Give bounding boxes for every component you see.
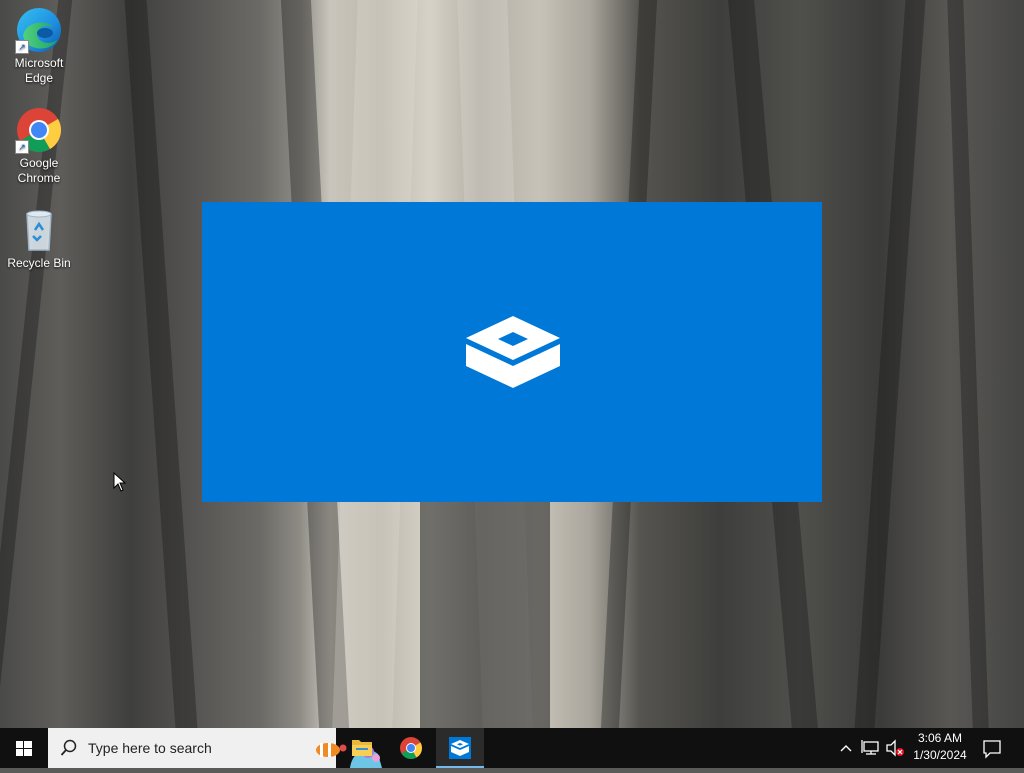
desktop[interactable]: ↗ Microsoft Edge ↗ Google Chrome Recycle… [0,0,1024,728]
action-center-button[interactable] [976,728,1024,768]
search-icon [60,739,78,757]
chrome-icon [400,737,422,759]
edge-icon: ↗ [15,6,63,54]
start-button[interactable] [0,728,48,768]
desktop-icon-label: Google Chrome [17,156,61,185]
taskbar: Type here to search 3:06 AM 1/30/2024 [0,728,1024,768]
sandbox-box-icon [449,737,471,759]
folder-icon [352,740,372,756]
shortcut-arrow-icon: ↗ [15,40,29,54]
chevron-up-icon [840,745,852,752]
clock-time: 3:06 AM [917,731,963,745]
chrome-icon: ↗ [15,106,63,154]
sandbox-splash-window[interactable] [202,202,822,502]
network-icon [861,740,879,755]
taskbar-clock[interactable]: 3:06 AM 1/30/2024 [908,730,972,766]
show-hidden-icons-button[interactable] [836,728,856,768]
volume-button[interactable] [884,728,906,768]
desktop-icon-recycle-bin[interactable]: Recycle Bin [4,206,74,271]
taskbar-app-sandbox[interactable] [436,728,484,768]
taskbar-app-chrome[interactable] [387,728,435,768]
desktop-icon-label: Microsoft Edge [14,56,64,85]
recycle-bin-icon [15,206,63,254]
wallpaper-detail [124,0,198,728]
volume-muted-icon [886,739,904,757]
mouse-cursor-icon [113,471,127,492]
desktop-icon-edge[interactable]: ↗ Microsoft Edge [4,6,74,86]
search-placeholder: Type here to search [88,740,212,756]
wallpaper-detail [854,0,926,728]
network-button[interactable] [860,728,882,768]
clock-date: 1/30/2024 [913,748,967,762]
shortcut-arrow-icon: ↗ [15,140,29,154]
wallpaper-detail [947,0,989,728]
windows-logo-icon [16,741,32,756]
taskbar-app-file-explorer[interactable] [338,728,386,768]
sandbox-box-icon [464,312,562,392]
desktop-icon-chrome[interactable]: ↗ Google Chrome [4,106,74,186]
wallpaper-detail [420,500,550,728]
action-center-icon [983,740,1001,759]
taskbar-search-box[interactable]: Type here to search [48,728,382,768]
desktop-icon-label: Recycle Bin [7,256,71,270]
